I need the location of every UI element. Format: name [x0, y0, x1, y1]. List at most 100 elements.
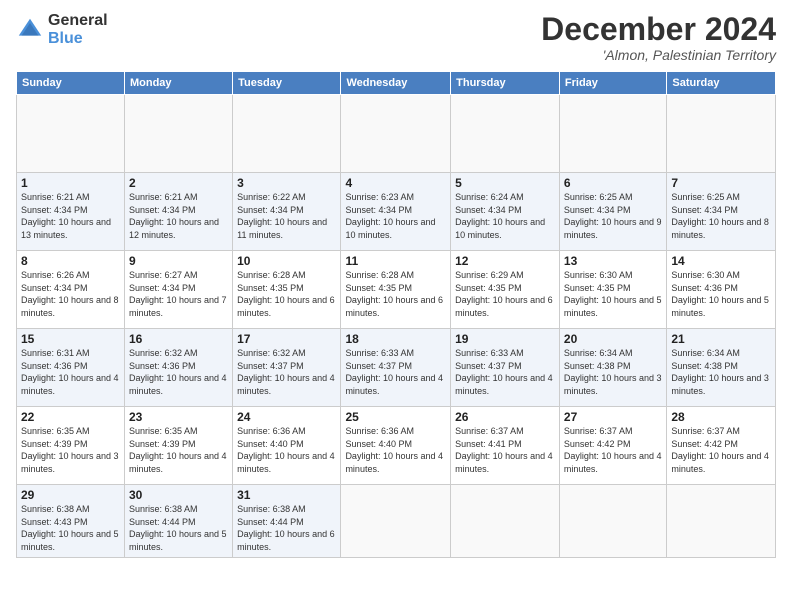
- day-info: Sunrise: 6:37 AM Sunset: 4:41 PM Dayligh…: [455, 425, 555, 475]
- table-row: 15Sunrise: 6:31 AM Sunset: 4:36 PM Dayli…: [17, 329, 125, 407]
- table-row: 13Sunrise: 6:30 AM Sunset: 4:35 PM Dayli…: [559, 251, 666, 329]
- day-number: 6: [564, 176, 662, 190]
- table-row: 3Sunrise: 6:22 AM Sunset: 4:34 PM Daylig…: [233, 173, 341, 251]
- logo: General Blue: [16, 12, 108, 47]
- table-row: 8Sunrise: 6:26 AM Sunset: 4:34 PM Daylig…: [17, 251, 125, 329]
- day-number: 26: [455, 410, 555, 424]
- col-tuesday: Tuesday: [233, 72, 341, 95]
- logo-general-label: General: [48, 12, 108, 30]
- day-info: Sunrise: 6:24 AM Sunset: 4:34 PM Dayligh…: [455, 191, 555, 241]
- day-number: 25: [345, 410, 446, 424]
- table-row: 21Sunrise: 6:34 AM Sunset: 4:38 PM Dayli…: [667, 329, 776, 407]
- day-info: Sunrise: 6:25 AM Sunset: 4:34 PM Dayligh…: [671, 191, 771, 241]
- col-saturday: Saturday: [667, 72, 776, 95]
- day-info: Sunrise: 6:31 AM Sunset: 4:36 PM Dayligh…: [21, 347, 120, 397]
- calendar: Sunday Monday Tuesday Wednesday Thursday…: [16, 71, 776, 557]
- day-number: 14: [671, 254, 771, 268]
- day-number: 31: [237, 488, 336, 502]
- col-sunday: Sunday: [17, 72, 125, 95]
- day-info: Sunrise: 6:30 AM Sunset: 4:35 PM Dayligh…: [564, 269, 662, 319]
- day-info: Sunrise: 6:21 AM Sunset: 4:34 PM Dayligh…: [129, 191, 228, 241]
- day-number: 15: [21, 332, 120, 346]
- table-row: 4Sunrise: 6:23 AM Sunset: 4:34 PM Daylig…: [341, 173, 451, 251]
- table-row: 31Sunrise: 6:38 AM Sunset: 4:44 PM Dayli…: [233, 485, 341, 557]
- day-info: Sunrise: 6:35 AM Sunset: 4:39 PM Dayligh…: [21, 425, 120, 475]
- table-row: [667, 485, 776, 557]
- day-info: Sunrise: 6:33 AM Sunset: 4:37 PM Dayligh…: [345, 347, 446, 397]
- day-number: 27: [564, 410, 662, 424]
- day-info: Sunrise: 6:38 AM Sunset: 4:44 PM Dayligh…: [237, 503, 336, 553]
- day-number: 10: [237, 254, 336, 268]
- table-row: 23Sunrise: 6:35 AM Sunset: 4:39 PM Dayli…: [124, 407, 232, 485]
- day-number: 29: [21, 488, 120, 502]
- day-number: 5: [455, 176, 555, 190]
- day-info: Sunrise: 6:33 AM Sunset: 4:37 PM Dayligh…: [455, 347, 555, 397]
- table-row: [17, 95, 125, 173]
- day-info: Sunrise: 6:28 AM Sunset: 4:35 PM Dayligh…: [345, 269, 446, 319]
- day-info: Sunrise: 6:32 AM Sunset: 4:37 PM Dayligh…: [237, 347, 336, 397]
- day-number: 19: [455, 332, 555, 346]
- day-info: Sunrise: 6:36 AM Sunset: 4:40 PM Dayligh…: [237, 425, 336, 475]
- day-info: Sunrise: 6:34 AM Sunset: 4:38 PM Dayligh…: [671, 347, 771, 397]
- day-number: 11: [345, 254, 446, 268]
- day-number: 30: [129, 488, 228, 502]
- table-row: 12Sunrise: 6:29 AM Sunset: 4:35 PM Dayli…: [451, 251, 560, 329]
- table-row: 6Sunrise: 6:25 AM Sunset: 4:34 PM Daylig…: [559, 173, 666, 251]
- day-number: 7: [671, 176, 771, 190]
- day-number: 21: [671, 332, 771, 346]
- day-info: Sunrise: 6:21 AM Sunset: 4:34 PM Dayligh…: [21, 191, 120, 241]
- day-info: Sunrise: 6:27 AM Sunset: 4:34 PM Dayligh…: [129, 269, 228, 319]
- day-info: Sunrise: 6:22 AM Sunset: 4:34 PM Dayligh…: [237, 191, 336, 241]
- day-number: 3: [237, 176, 336, 190]
- location: 'Almon, Palestinian Territory: [541, 47, 776, 63]
- day-number: 18: [345, 332, 446, 346]
- table-row: 25Sunrise: 6:36 AM Sunset: 4:40 PM Dayli…: [341, 407, 451, 485]
- table-row: 2Sunrise: 6:21 AM Sunset: 4:34 PM Daylig…: [124, 173, 232, 251]
- table-row: [124, 95, 232, 173]
- table-row: 7Sunrise: 6:25 AM Sunset: 4:34 PM Daylig…: [667, 173, 776, 251]
- day-info: Sunrise: 6:37 AM Sunset: 4:42 PM Dayligh…: [671, 425, 771, 475]
- table-row: 5Sunrise: 6:24 AM Sunset: 4:34 PM Daylig…: [451, 173, 560, 251]
- table-row: 16Sunrise: 6:32 AM Sunset: 4:36 PM Dayli…: [124, 329, 232, 407]
- table-row: 27Sunrise: 6:37 AM Sunset: 4:42 PM Dayli…: [559, 407, 666, 485]
- table-row: 28Sunrise: 6:37 AM Sunset: 4:42 PM Dayli…: [667, 407, 776, 485]
- table-row: 10Sunrise: 6:28 AM Sunset: 4:35 PM Dayli…: [233, 251, 341, 329]
- day-number: 1: [21, 176, 120, 190]
- table-row: 22Sunrise: 6:35 AM Sunset: 4:39 PM Dayli…: [17, 407, 125, 485]
- table-row: [341, 485, 451, 557]
- month-title: December 2024: [541, 12, 776, 47]
- day-info: Sunrise: 6:28 AM Sunset: 4:35 PM Dayligh…: [237, 269, 336, 319]
- day-info: Sunrise: 6:26 AM Sunset: 4:34 PM Dayligh…: [21, 269, 120, 319]
- day-info: Sunrise: 6:29 AM Sunset: 4:35 PM Dayligh…: [455, 269, 555, 319]
- day-number: 24: [237, 410, 336, 424]
- day-info: Sunrise: 6:37 AM Sunset: 4:42 PM Dayligh…: [564, 425, 662, 475]
- day-number: 23: [129, 410, 228, 424]
- table-row: 29Sunrise: 6:38 AM Sunset: 4:43 PM Dayli…: [17, 485, 125, 557]
- day-number: 28: [671, 410, 771, 424]
- day-info: Sunrise: 6:23 AM Sunset: 4:34 PM Dayligh…: [345, 191, 446, 241]
- table-row: 26Sunrise: 6:37 AM Sunset: 4:41 PM Dayli…: [451, 407, 560, 485]
- calendar-header-row: Sunday Monday Tuesday Wednesday Thursday…: [17, 72, 776, 95]
- table-row: 20Sunrise: 6:34 AM Sunset: 4:38 PM Dayli…: [559, 329, 666, 407]
- col-monday: Monday: [124, 72, 232, 95]
- col-wednesday: Wednesday: [341, 72, 451, 95]
- table-row: [451, 485, 560, 557]
- day-info: Sunrise: 6:34 AM Sunset: 4:38 PM Dayligh…: [564, 347, 662, 397]
- day-number: 13: [564, 254, 662, 268]
- table-row: [233, 95, 341, 173]
- day-info: Sunrise: 6:32 AM Sunset: 4:36 PM Dayligh…: [129, 347, 228, 397]
- day-number: 22: [21, 410, 120, 424]
- day-number: 4: [345, 176, 446, 190]
- table-row: [451, 95, 560, 173]
- logo-icon: [16, 16, 44, 44]
- day-info: Sunrise: 6:35 AM Sunset: 4:39 PM Dayligh…: [129, 425, 228, 475]
- table-row: 30Sunrise: 6:38 AM Sunset: 4:44 PM Dayli…: [124, 485, 232, 557]
- table-row: 9Sunrise: 6:27 AM Sunset: 4:34 PM Daylig…: [124, 251, 232, 329]
- day-info: Sunrise: 6:38 AM Sunset: 4:44 PM Dayligh…: [129, 503, 228, 553]
- day-number: 12: [455, 254, 555, 268]
- table-row: 18Sunrise: 6:33 AM Sunset: 4:37 PM Dayli…: [341, 329, 451, 407]
- day-number: 2: [129, 176, 228, 190]
- table-row: [559, 95, 666, 173]
- logo-text: General Blue: [48, 12, 108, 47]
- table-row: 19Sunrise: 6:33 AM Sunset: 4:37 PM Dayli…: [451, 329, 560, 407]
